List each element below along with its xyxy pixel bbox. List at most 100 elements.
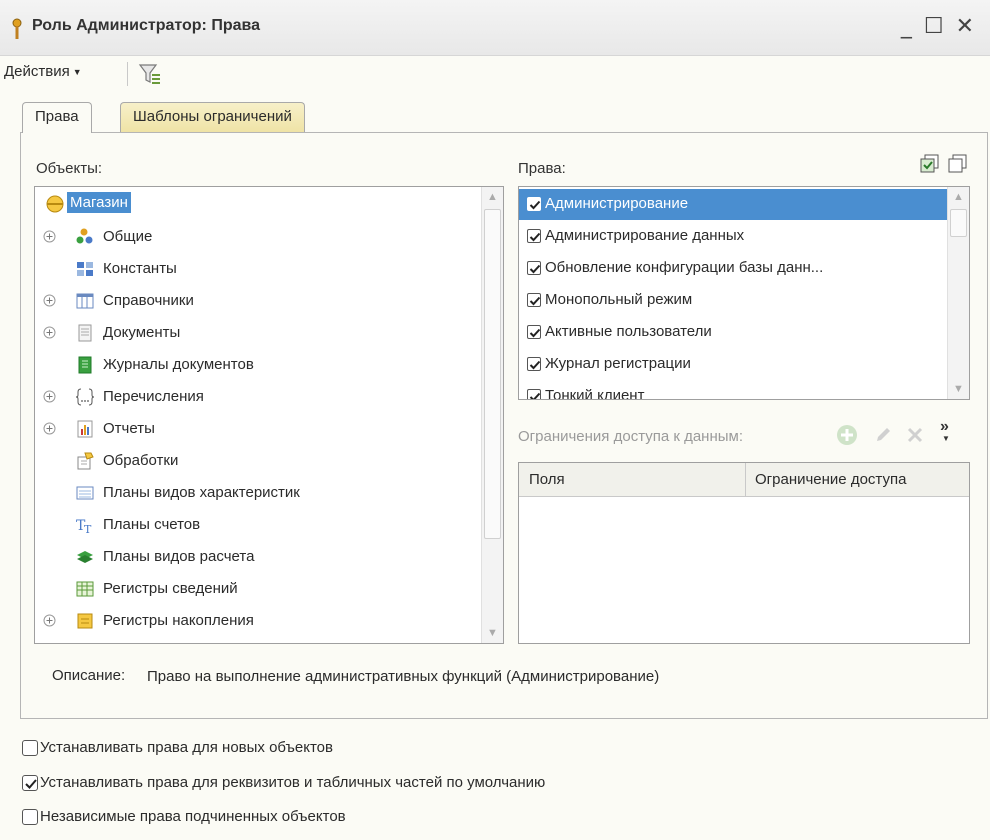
enums-icon (75, 388, 95, 406)
uncheck-all-icon[interactable] (948, 154, 968, 174)
right-item[interactable]: Обновление конфигурации базы данн... (519, 253, 949, 284)
tree-item-chart-of-characteristics[interactable]: Планы видов характеристик (35, 479, 475, 507)
filter-settings-icon[interactable] (137, 61, 163, 87)
tab-rights[interactable]: Права (22, 102, 92, 133)
right-checkbox[interactable] (527, 229, 541, 243)
svg-text:T: T (84, 523, 92, 535)
tree-item-catalogs[interactable]: Справочники (35, 287, 475, 315)
tree-item-data-processors[interactable]: Обработки (35, 447, 475, 475)
option-checkbox[interactable] (22, 740, 38, 756)
option-checkbox[interactable] (22, 775, 38, 791)
minimize-button[interactable]: _ (901, 14, 924, 39)
table-header: Поля Ограничение доступа (519, 463, 969, 497)
column-divider[interactable] (745, 463, 746, 497)
tree-item-label: Регистры накопления (103, 612, 254, 629)
option-label: Устанавливать права для новых объектов (40, 739, 333, 756)
tree-item-constants[interactable]: Константы (35, 255, 475, 283)
chart-of-characteristics-icon (76, 486, 94, 500)
right-label: Администрирование данных (545, 227, 745, 244)
right-item[interactable]: Администрирование (519, 189, 949, 220)
right-label: Журнал регистрации (545, 355, 691, 372)
tree-item-label: Перечисления (103, 388, 204, 405)
expand-icon[interactable] (43, 390, 56, 403)
tree-item-chart-of-accounts[interactable]: TT Планы счетов (35, 511, 475, 539)
dropdown-arrow-icon: ▼ (72, 67, 82, 78)
expand-icon[interactable] (43, 614, 56, 627)
right-label: Активные пользователи (545, 323, 712, 340)
tree-item-chart-of-calculation-types[interactable]: Планы видов расчета (35, 543, 475, 571)
tree-item-common[interactable]: Общие (35, 223, 475, 251)
option-label: Независимые права подчиненных объектов (40, 808, 346, 825)
right-checkbox[interactable] (527, 389, 541, 399)
tree-item-label: Константы (103, 260, 177, 277)
objects-tree[interactable]: Магазин Общие Константы Справочники Доку… (34, 186, 504, 644)
information-registers-icon (76, 581, 94, 597)
right-item[interactable]: Монопольный режим (519, 285, 949, 316)
objects-label: Объекты: (36, 160, 103, 177)
title-bar: Роль Администратор: Права _☐✕ (0, 0, 990, 56)
more-dropdown-icon[interactable]: ▼ (942, 434, 950, 443)
tree-item-label: Обработки (103, 452, 179, 469)
tree-item-accumulation-registers[interactable]: Регистры накопления (35, 607, 475, 635)
tree-item-label: Журналы документов (103, 356, 254, 373)
tree-item-label: Планы счетов (103, 516, 201, 533)
scroll-up-icon[interactable]: ▲ (953, 191, 964, 203)
tree-item-configuration[interactable]: Магазин (35, 190, 475, 218)
add-icon[interactable] (836, 424, 858, 446)
right-checkbox[interactable] (527, 357, 541, 371)
scroll-up-icon[interactable]: ▲ (487, 191, 498, 203)
tree-item-enums[interactable]: Перечисления (35, 383, 475, 411)
tab-restriction-templates[interactable]: Шаблоны ограничений (120, 102, 305, 132)
column-header-fields[interactable]: Поля (529, 471, 565, 488)
expand-icon[interactable] (43, 230, 56, 243)
common-icon (76, 228, 93, 244)
actions-label: Действия (4, 63, 70, 80)
right-checkbox[interactable] (527, 325, 541, 339)
scroll-down-icon[interactable]: ▼ (953, 383, 964, 395)
configuration-icon (46, 195, 64, 213)
tree-item-document-journals[interactable]: Журналы документов (35, 351, 475, 379)
right-label: Обновление конфигурации базы данн... (545, 259, 824, 276)
expand-icon[interactable] (43, 326, 56, 339)
close-button[interactable]: ✕ (956, 14, 986, 39)
maximize-button[interactable]: ☐ (924, 14, 956, 39)
right-label: Монопольный режим (545, 291, 693, 308)
objects-scrollbar[interactable]: ▲ ▼ (481, 187, 503, 643)
window-title: Роль Администратор: Права (32, 17, 261, 34)
rights-label: Права: (518, 160, 566, 177)
scroll-thumb[interactable] (950, 209, 967, 237)
right-item[interactable]: Тонкий клиент (519, 381, 949, 399)
scroll-thumb[interactable] (484, 209, 501, 539)
rights-list[interactable]: Администрирование Администрирование данн… (518, 186, 970, 400)
right-item[interactable]: Активные пользователи (519, 317, 949, 348)
toolbar-separator (127, 62, 128, 86)
toolbar: Действия ▼ (0, 57, 990, 91)
restrictions-table[interactable]: Поля Ограничение доступа (518, 462, 970, 644)
right-checkbox[interactable] (527, 197, 541, 211)
tree-item-label: Регистры сведений (103, 580, 238, 597)
column-header-restriction[interactable]: Ограничение доступа (755, 471, 906, 488)
expand-icon[interactable] (43, 422, 56, 435)
right-checkbox[interactable] (527, 261, 541, 275)
option-checkbox[interactable] (22, 809, 38, 825)
tree-item-label: Магазин (67, 192, 131, 213)
right-item[interactable]: Журнал регистрации (519, 349, 949, 380)
tree-item-reports[interactable]: Отчеты (35, 415, 475, 443)
constants-icon (77, 262, 93, 276)
tree-item-information-registers[interactable]: Регистры сведений (35, 575, 475, 603)
check-all-icon[interactable] (920, 154, 940, 174)
edit-icon[interactable] (874, 426, 892, 444)
description-text: Право на выполнение административных фун… (147, 668, 660, 685)
right-label: Администрирование (545, 195, 689, 212)
rights-scrollbar[interactable]: ▲ ▼ (947, 187, 969, 399)
scroll-down-icon[interactable]: ▼ (487, 627, 498, 639)
right-item[interactable]: Администрирование данных (519, 221, 949, 252)
right-checkbox[interactable] (527, 293, 541, 307)
tree-item-label: Общие (103, 228, 153, 245)
expand-icon[interactable] (43, 294, 56, 307)
tree-item-label: Планы видов характеристик (103, 484, 300, 501)
tree-item-documents[interactable]: Документы (35, 319, 475, 347)
actions-menu-button[interactable]: Действия ▼ (4, 63, 82, 80)
delete-icon[interactable] (906, 426, 924, 444)
reports-icon (77, 420, 93, 438)
